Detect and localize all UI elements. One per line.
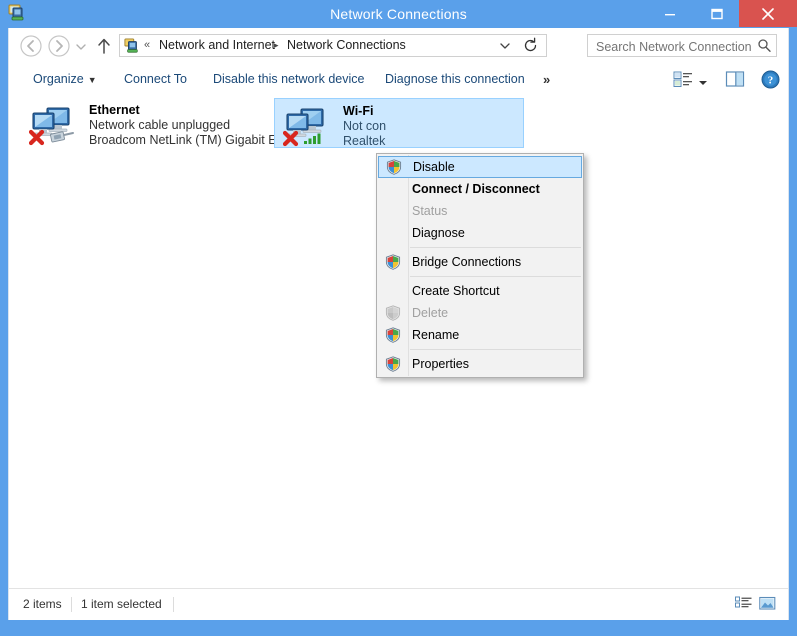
context-menu-item-label: Rename — [412, 328, 460, 342]
connection-device: Realtek — [343, 134, 386, 148]
refresh-icon[interactable] — [518, 35, 544, 56]
back-button[interactable] — [19, 34, 43, 58]
context-menu-item-label: Connect / Disconnect — [412, 182, 540, 196]
details-view-icon[interactable] — [735, 596, 752, 612]
connection-device: Broadcom NetLink (TM) Gigabit E... — [89, 133, 287, 147]
context-menu-item-delete: Delete — [377, 302, 583, 324]
connection-name: Wi-Fi — [343, 104, 374, 118]
network-connections-window: Network Connections « Network and Intern… — [0, 0, 797, 636]
shield-icon — [385, 327, 401, 343]
shield-icon — [386, 159, 402, 175]
recent-locations-chevron-down-icon[interactable] — [75, 41, 87, 51]
search-box[interactable] — [587, 34, 777, 58]
context-menu-item-label: Disable — [413, 160, 455, 174]
wifi-signal-icon — [304, 133, 321, 144]
context-menu: Disable Connect / Disconnect Status Diag… — [376, 153, 584, 378]
connection-status: Network cable unplugged — [89, 118, 231, 132]
toolbar-connect-to-button[interactable]: Connect To — [120, 64, 191, 95]
connection-text-wifi: Wi-Fi Not con Realtek — [343, 104, 523, 149]
preview-pane-icon[interactable] — [725, 70, 745, 89]
connection-item-wifi[interactable]: Wi-Fi Not con Realtek — [274, 98, 524, 148]
toolbar: Organize ▼ Connect To Disable this networ… — [9, 64, 788, 96]
breadcrumb-segment-network-connections[interactable]: Network Connections — [287, 35, 406, 56]
maximize-button[interactable] — [694, 0, 739, 27]
status-bar: 2 items 1 item selected — [9, 588, 788, 620]
help-icon[interactable]: ? — [761, 70, 780, 89]
forward-button[interactable] — [47, 34, 71, 58]
up-button[interactable] — [95, 36, 113, 56]
large-icons-view-icon[interactable] — [759, 596, 776, 612]
breadcrumb[interactable]: « Network and Internet ▸ Network Connect… — [119, 34, 547, 57]
context-menu-item-diagnose[interactable]: Diagnose — [377, 222, 583, 244]
status-divider — [71, 597, 72, 612]
breadcrumb-separator-icon[interactable]: ▸ — [274, 35, 279, 56]
connection-text-ethernet: Ethernet Network cable unplugged Broadco… — [89, 103, 287, 148]
connection-status: Not con — [343, 119, 387, 133]
toolbar-overflow-button[interactable]: » — [539, 64, 554, 95]
context-menu-item-disable[interactable]: Disable — [378, 156, 582, 178]
breadcrumb-network-icon — [124, 38, 140, 54]
context-menu-item-properties[interactable]: Properties — [377, 353, 583, 375]
breadcrumb-segment-network-and-internet[interactable]: Network and Internet — [159, 35, 275, 56]
search-icon[interactable] — [757, 38, 772, 53]
connection-item-ethernet[interactable]: Ethernet Network cable unplugged Broadco… — [21, 98, 287, 148]
context-menu-item-bridge-connections[interactable]: Bridge Connections — [377, 251, 583, 273]
network-adapter-icon — [28, 104, 81, 146]
context-menu-separator — [410, 276, 581, 277]
toolbar-organize-button[interactable]: Organize ▼ — [29, 64, 101, 95]
context-menu-item-label: Diagnose — [412, 226, 465, 240]
network-connection-icon — [8, 4, 26, 22]
toolbar-organize-label: Organize — [33, 72, 84, 86]
shield-icon — [385, 254, 401, 270]
context-menu-item-label: Properties — [412, 357, 469, 371]
status-selection: 1 item selected — [81, 597, 162, 611]
shield-icon — [385, 356, 401, 372]
change-view-icon[interactable] — [673, 70, 693, 89]
toolbar-diagnose-connection-button[interactable]: Diagnose this connection — [381, 64, 529, 95]
shield-icon — [385, 305, 401, 321]
address-bar-row: « Network and Internet ▸ Network Connect… — [9, 28, 788, 64]
connection-name: Ethernet — [89, 103, 140, 117]
title-bar: Network Connections — [0, 0, 797, 28]
search-input[interactable] — [594, 35, 753, 58]
breadcrumb-overflow[interactable]: « — [144, 35, 150, 56]
wireless-adapter-icon — [282, 105, 335, 147]
context-menu-item-rename[interactable]: Rename — [377, 324, 583, 346]
context-menu-item-label: Bridge Connections — [412, 255, 522, 269]
context-menu-separator — [410, 247, 581, 248]
address-dropdown-chevron-down-icon[interactable] — [494, 35, 516, 56]
change-view-chevron-down-icon[interactable] — [698, 76, 708, 85]
connections-list: Ethernet Network cable unplugged Broadco… — [9, 95, 788, 588]
context-menu-item-label: Status — [412, 204, 448, 218]
context-menu-item-status: Status — [377, 200, 583, 222]
network-cable-icon — [50, 131, 74, 143]
context-menu-item-connect-disconnect[interactable]: Connect / Disconnect — [377, 178, 583, 200]
context-menu-item-create-shortcut[interactable]: Create Shortcut — [377, 280, 583, 302]
status-divider — [173, 597, 174, 612]
context-menu-item-label: Create Shortcut — [412, 284, 500, 298]
chevron-down-icon: ▼ — [87, 75, 97, 85]
toolbar-disable-device-button[interactable]: Disable this network device — [209, 64, 368, 95]
context-menu-separator — [410, 349, 581, 350]
svg-text:?: ? — [768, 75, 774, 87]
context-menu-item-label: Delete — [412, 306, 449, 320]
client-area: « Network and Internet ▸ Network Connect… — [8, 28, 789, 620]
status-item-count: 2 items — [23, 597, 62, 611]
minimize-button[interactable] — [647, 0, 692, 27]
close-button[interactable] — [739, 0, 797, 27]
